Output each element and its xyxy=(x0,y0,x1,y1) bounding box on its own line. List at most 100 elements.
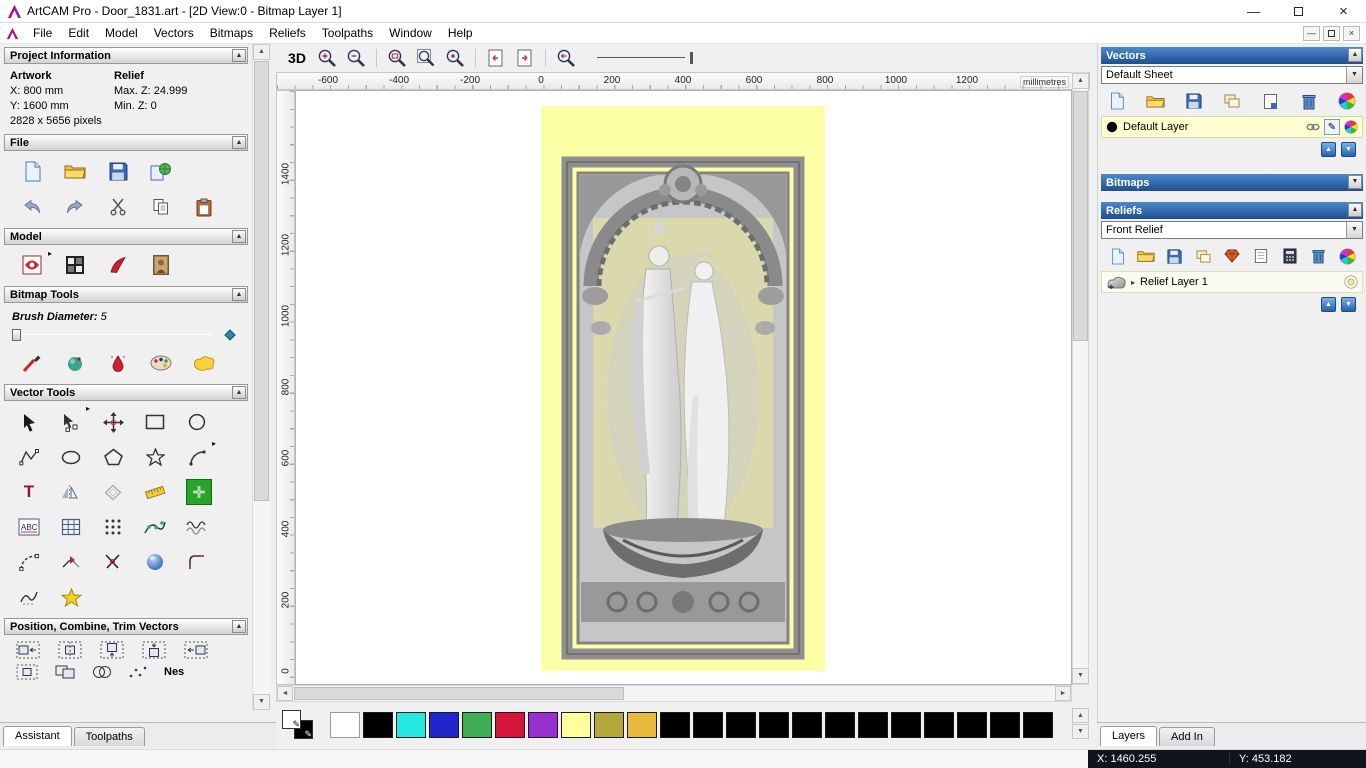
tab-addin[interactable]: Add In xyxy=(1159,727,1215,746)
align-right-tool[interactable] xyxy=(184,641,208,659)
palette-swatch-0[interactable] xyxy=(330,712,360,738)
relief-select[interactable]: Front Relief ▼ xyxy=(1101,221,1363,239)
relief-layer-colour-button[interactable] xyxy=(1336,246,1358,266)
palette-swatch-3[interactable] xyxy=(429,712,459,738)
merge-relief-layers-button[interactable] xyxy=(1192,246,1214,266)
canvas-vscroll-thumb[interactable] xyxy=(1073,91,1088,341)
delete-relief-layer-button[interactable] xyxy=(1307,246,1329,266)
zoom-window-button[interactable] xyxy=(385,46,409,70)
eraser-sponge-button[interactable] xyxy=(186,348,222,378)
redo-button[interactable] xyxy=(57,192,93,222)
assistant-scroll-down-button[interactable]: ▼ xyxy=(253,694,270,710)
create-arc-tool[interactable]: ▸ xyxy=(178,439,216,473)
relief-gem-button[interactable] xyxy=(1221,246,1243,266)
minimize-button[interactable]: — xyxy=(1231,0,1276,22)
close-button[interactable]: × xyxy=(1321,0,1366,22)
align-left-tool[interactable] xyxy=(16,641,40,659)
zoom-in-button[interactable] xyxy=(315,46,339,70)
palette-swatch-13[interactable] xyxy=(759,712,789,738)
copy-button[interactable] xyxy=(143,192,179,222)
palette-swatch-2[interactable] xyxy=(396,712,426,738)
relief-layer-expand-caret[interactable]: ▸ xyxy=(1131,278,1135,287)
move-layer-down-button[interactable]: ▼ xyxy=(1341,142,1356,157)
palette-swatch-19[interactable] xyxy=(957,712,987,738)
assistant-scrollbar[interactable]: ▲ ▼ xyxy=(252,44,270,710)
previous-view-button[interactable] xyxy=(484,46,508,70)
duplicate-relief-layer-button[interactable] xyxy=(1250,246,1272,266)
assistant-scroll-thumb[interactable] xyxy=(254,61,269,501)
vector-layer-row-default[interactable]: Default Layer ✎ xyxy=(1101,116,1363,138)
palette-swatch-8[interactable] xyxy=(594,712,624,738)
nesting-tool[interactable]: Nes xyxy=(164,666,184,678)
palette-swatch-21[interactable] xyxy=(1023,712,1053,738)
palette-swatch-16[interactable] xyxy=(858,712,888,738)
relief-layer-name[interactable]: Relief Layer 1 xyxy=(1140,276,1208,288)
paste-button[interactable] xyxy=(186,192,222,222)
undo-button[interactable] xyxy=(14,192,50,222)
set-model-size-button[interactable]: ▸ xyxy=(14,249,52,280)
create-star-tool[interactable] xyxy=(136,441,174,473)
mdi-minimize-button[interactable]: — xyxy=(1303,25,1320,41)
relief-select-dropdown-icon[interactable]: ▼ xyxy=(1346,222,1362,238)
maximize-button[interactable] xyxy=(1276,0,1321,22)
save-vector-layer-button[interactable] xyxy=(1183,91,1205,111)
mdi-close-button[interactable]: × xyxy=(1343,25,1360,41)
align-top-tool[interactable] xyxy=(100,641,124,659)
transform-vectors-tool[interactable] xyxy=(94,406,132,438)
palette-swatch-17[interactable] xyxy=(891,712,921,738)
vector-sheet-dropdown-icon[interactable]: ▼ xyxy=(1346,67,1362,83)
save-model-button[interactable] xyxy=(100,156,136,186)
canvas-vertical-scrollbar[interactable]: ▲ ▼ xyxy=(1072,72,1089,685)
relief-calculator-button[interactable] xyxy=(1279,246,1301,266)
horizontal-ruler[interactable]: -600 -400 -200 0 200 400 600 800 1000 12… xyxy=(276,72,1090,90)
create-ellipse-tool[interactable] xyxy=(52,441,90,473)
menu-model[interactable]: Model xyxy=(97,23,146,43)
collapse-file-button[interactable]: ▲ xyxy=(232,136,246,149)
line-width-slider[interactable] xyxy=(597,51,693,65)
greyscale-relief-button[interactable] xyxy=(100,250,136,280)
palette-swatch-11[interactable] xyxy=(693,712,723,738)
edit-layer-button[interactable]: ✎ xyxy=(1324,119,1340,135)
mirror-vectors-tool[interactable] xyxy=(52,476,90,508)
create-polygon-tool[interactable] xyxy=(94,441,132,473)
wrap-star-tool[interactable] xyxy=(52,581,90,613)
brush-slider-handle[interactable] xyxy=(12,329,21,341)
wave-distort-tool[interactable] xyxy=(178,511,216,543)
merge-vector-layers-button[interactable] xyxy=(1221,91,1243,111)
bitmap-canvas[interactable] xyxy=(295,90,1072,685)
scatter-points-tool[interactable] xyxy=(128,665,148,679)
tab-toolpaths[interactable]: Toolpaths xyxy=(73,727,145,746)
centre-in-page-tool[interactable] xyxy=(16,664,38,680)
palette-swatch-14[interactable] xyxy=(792,712,822,738)
menu-vectors[interactable]: Vectors xyxy=(146,23,202,43)
spray-paint-button[interactable] xyxy=(100,348,136,378)
palette-swatch-1[interactable] xyxy=(363,712,393,738)
palette-swatch-6[interactable] xyxy=(528,712,558,738)
zoom-out-button[interactable] xyxy=(344,46,368,70)
flood-fill-button[interactable] xyxy=(57,348,93,378)
expand-bitmaps-button[interactable]: ▼ xyxy=(1348,175,1362,189)
vector-layer-name[interactable]: Default Layer xyxy=(1123,121,1188,133)
palette-swatch-9[interactable] xyxy=(627,712,657,738)
palette-swatch-5[interactable] xyxy=(495,712,525,738)
delete-vector-layer-button[interactable] xyxy=(1298,91,1320,111)
relief-colour-wheel-icon[interactable] xyxy=(1344,275,1358,289)
create-polyline-tool[interactable] xyxy=(10,441,48,473)
paint-brush-button[interactable] xyxy=(14,348,50,378)
palette-swatch-15[interactable] xyxy=(825,712,855,738)
colour-palette-button[interactable] xyxy=(143,348,179,378)
palette-swatch-7[interactable] xyxy=(561,712,591,738)
collapse-reliefs-button[interactable]: ▲ xyxy=(1348,203,1362,217)
zoom-previous-button[interactable] xyxy=(554,46,578,70)
collapse-model-button[interactable]: ▲ xyxy=(232,230,246,243)
layer-colour-wheel-icon[interactable] xyxy=(1344,120,1358,134)
new-vector-layer-button[interactable] xyxy=(1106,91,1128,111)
brush-slider-track[interactable] xyxy=(12,334,212,335)
collapse-position-button[interactable]: ▲ xyxy=(232,620,246,633)
menu-bitmaps[interactable]: Bitmaps xyxy=(202,23,261,43)
menu-edit[interactable]: Edit xyxy=(60,23,97,43)
measure-tool[interactable] xyxy=(136,476,174,508)
move-relief-up-button[interactable]: ▲ xyxy=(1321,297,1336,312)
create-rectangle-tool[interactable] xyxy=(136,406,174,438)
block-copy-rotate-tool[interactable] xyxy=(186,479,212,505)
